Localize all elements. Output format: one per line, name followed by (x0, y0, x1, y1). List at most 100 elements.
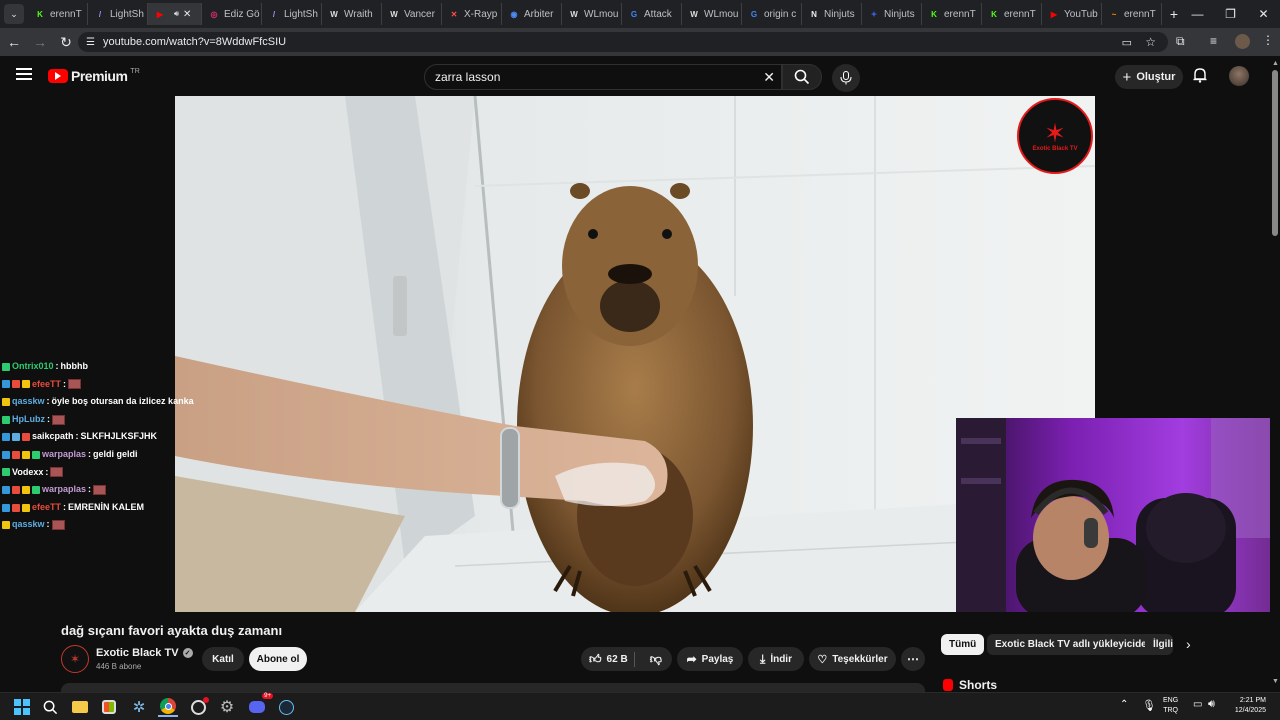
tab-favicon-icon: G (750, 9, 758, 19)
join-label: Katıl (212, 653, 234, 665)
description-box[interactable] (61, 683, 925, 692)
browser-tab[interactable]: W Wraith (322, 3, 382, 25)
chip-all[interactable]: Tümü (941, 634, 985, 655)
channel-name[interactable]: Exotic Black TV ✓ (96, 647, 193, 659)
tray-mic-icon[interactable]: 🎙︎ (1142, 699, 1156, 712)
profile-avatar[interactable] (1235, 34, 1250, 49)
browser-tab[interactable]: / LightSh (262, 3, 322, 25)
obs-icon[interactable] (188, 696, 209, 717)
browser-tab[interactable]: ▶ YouTub (1042, 3, 1102, 25)
search-button[interactable] (782, 64, 822, 90)
taskbar-search-icon[interactable] (40, 697, 60, 717)
search-input[interactable]: zarra lasson ✕ (424, 64, 782, 90)
browser-tab[interactable]: / LightSh (88, 3, 148, 25)
channel-avatar[interactable]: ✶ (61, 645, 89, 673)
tray-overflow-icon[interactable]: ⌃ (1120, 699, 1128, 710)
tab-close-icon[interactable]: ✕ (183, 9, 191, 20)
browser-tab[interactable]: ✕ X-Rayp (442, 3, 502, 25)
more-actions-button[interactable]: ⋯ (901, 647, 925, 671)
browser-tab[interactable]: ▶ 🔊︎ ✕ (148, 3, 202, 25)
language-top: ENG (1163, 697, 1179, 704)
back-icon[interactable]: ← (2, 30, 26, 54)
share-button[interactable]: ➦ Paylaş (677, 647, 743, 671)
browser-tab[interactable]: KerennT (982, 3, 1042, 25)
maximize-icon[interactable]: ❐ (1214, 0, 1247, 28)
site-info-icon[interactable]: ☰ (86, 37, 95, 48)
browser-menu-icon[interactable]: ⋮ (1262, 33, 1274, 47)
address-bar[interactable]: ☰ youtube.com/watch?v=8WddwFfcSIU ▭ ☆ (78, 32, 1168, 52)
scroll-down-arrow-icon[interactable]: ▼ (1272, 678, 1279, 685)
clock[interactable]: 2:21 PM 12/4/2025 (1226, 696, 1266, 716)
chrome-icon[interactable] (158, 697, 178, 717)
tab-search-button[interactable]: ⌄ (4, 4, 24, 24)
forward-icon[interactable]: → (28, 30, 52, 54)
app-settings-gear-icon[interactable]: ✲ (129, 697, 149, 717)
browser-tab-strip: ⌄ KerennT / LightSh ▶ 🔊︎ ✕ ◎ Ediz Gö / LightSh W Wr… (0, 0, 1280, 28)
voice-search-button[interactable] (832, 64, 860, 92)
browser-tab[interactable]: ◉ Arbiter (502, 3, 562, 25)
browser-tab[interactable]: W Vancer (382, 3, 442, 25)
browser-tab[interactable]: KerennT (28, 3, 88, 25)
chat-username: qasskw (12, 519, 45, 530)
settings-gear-icon[interactable]: ⚙ (217, 697, 237, 717)
steam-icon[interactable] (276, 697, 296, 717)
youtube-header: Premium TR zarra lasson ✕ + Oluştur (0, 56, 1270, 96)
browser-tab[interactable]: ~ erennT (1102, 3, 1162, 25)
clear-search-icon[interactable]: ✕ (763, 69, 775, 86)
close-window-icon[interactable]: ✕ (1247, 0, 1280, 28)
store-icon[interactable] (99, 697, 119, 717)
chat-separator: : (55, 361, 59, 371)
cast-icon[interactable]: ▭ (1122, 36, 1132, 49)
reading-list-icon[interactable]: ≡ (1210, 34, 1217, 48)
browser-tab[interactable]: ✦ Ninjuts (862, 3, 922, 25)
account-avatar[interactable] (1229, 66, 1249, 86)
tab-audio-icon[interactable]: 🔊︎ (174, 9, 179, 19)
clock-date: 12/4/2025 (1234, 707, 1266, 714)
bookmark-star-icon[interactable]: ☆ (1145, 35, 1156, 49)
create-button[interactable]: + Oluştur (1115, 65, 1183, 89)
page-scrollbar[interactable]: ▲ ▼ (1270, 56, 1280, 692)
browser-tab[interactable]: ◎ Ediz Gö (202, 3, 262, 25)
join-button[interactable]: Katıl (202, 647, 244, 671)
chat-username: HpLubz (12, 413, 45, 424)
scrollbar-thumb[interactable] (1272, 70, 1278, 236)
like-button[interactable]: 👍︎ 62 B (581, 651, 635, 667)
discord-icon[interactable]: 9+ (247, 693, 273, 717)
subscribe-button[interactable]: Abone ol (249, 647, 307, 671)
download-button[interactable]: ⤓ İndir (748, 647, 804, 671)
reload-icon[interactable]: ↻ (54, 30, 78, 54)
thanks-button[interactable]: ♡ Teşekkürler (809, 647, 896, 671)
chip-all-label: Tümü (949, 639, 977, 650)
browser-tab[interactable]: KerennT (922, 3, 982, 25)
extensions-icon[interactable]: ⧉ (1176, 34, 1185, 49)
chat-emote-icon (68, 379, 82, 390)
chip-from-uploader[interactable]: Exotic Black TV adlı yükleyiciden (987, 634, 1161, 655)
windows-start-icon[interactable] (12, 697, 32, 717)
tab-label: Attack (644, 8, 672, 20)
scroll-up-arrow-icon[interactable]: ▲ (1272, 60, 1279, 67)
chat-username: Ontrix010 (12, 361, 54, 371)
browser-tab[interactable]: Gorigin c (742, 3, 802, 25)
file-explorer-icon[interactable] (70, 697, 90, 717)
chips-next-chevron-icon[interactable]: › (1186, 636, 1191, 652)
notifications-bell-icon[interactable] (1193, 67, 1207, 88)
dislike-button[interactable]: 👎︎ (640, 652, 672, 667)
chat-badge-icon (22, 433, 30, 442)
volume-icon[interactable]: 🔊︎ (1208, 698, 1215, 711)
tab-favicon-icon: W (330, 9, 338, 19)
chip-related[interactable]: İlgili (1145, 634, 1173, 655)
language-indicator[interactable]: ENG TRQ (1163, 696, 1178, 716)
hamburger-menu-icon[interactable] (16, 68, 32, 80)
browser-tab[interactable]: N Ninjuts (802, 3, 862, 25)
network-icon[interactable]: ▭ (1193, 699, 1202, 710)
browser-tab[interactable]: W WLmou (682, 3, 742, 25)
tab-favicon-icon: W (390, 9, 398, 19)
browser-tab[interactable]: G Attack (622, 3, 682, 25)
browser-tab[interactable]: W WLmou (562, 3, 622, 25)
chat-emote-icon (52, 414, 65, 425)
minimize-icon[interactable]: — (1181, 0, 1214, 28)
chat-message: efeeTT: (2, 376, 202, 394)
plus-icon: + (1122, 68, 1132, 86)
chat-badge-icon (32, 450, 40, 459)
youtube-logo[interactable]: Premium TR (48, 68, 140, 84)
